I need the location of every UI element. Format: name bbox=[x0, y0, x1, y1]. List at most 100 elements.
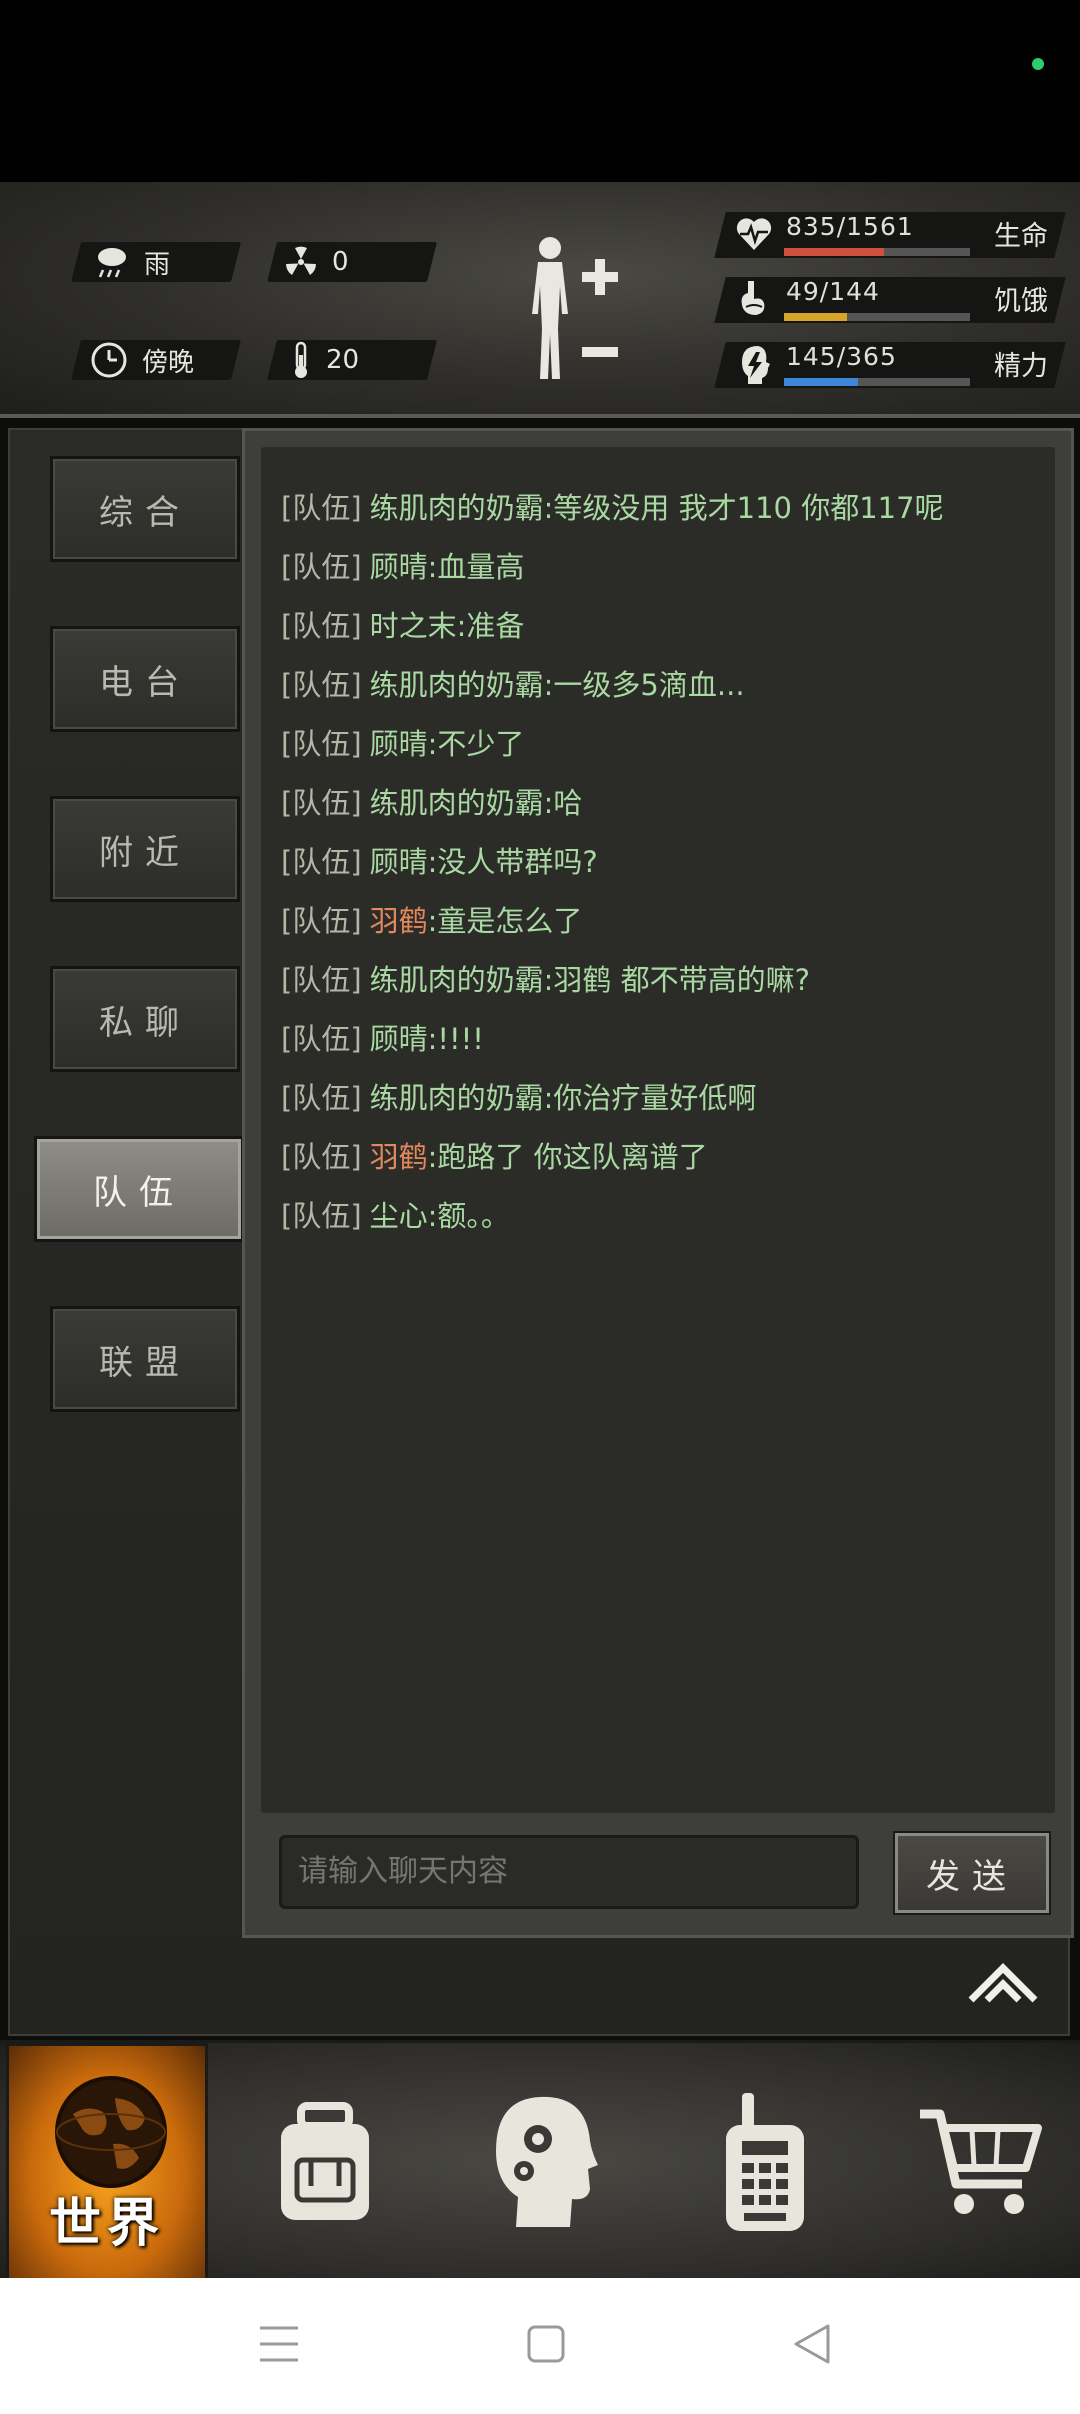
chat-message: [队伍] 练肌肉的奶霸:等级没用 我才110 你都117呢 bbox=[281, 485, 944, 527]
chat-message: [队伍] 时之末:准备 bbox=[281, 603, 524, 645]
message-text: :额。。 bbox=[427, 1199, 510, 1233]
chat-message: [队伍] 顾晴:不少了 bbox=[281, 721, 524, 763]
tab-radio-label: 电台 bbox=[99, 662, 191, 703]
message-text: :童是怎么了 bbox=[427, 904, 583, 938]
message-sender-name[interactable]: 时之末 bbox=[370, 609, 457, 643]
shopping-cart-icon[interactable] bbox=[910, 2043, 1050, 2281]
nav-world-button[interactable]: 世界 bbox=[6, 2043, 208, 2281]
system-navigation-bar bbox=[0, 2278, 1080, 2414]
health-bar-fill bbox=[784, 248, 884, 256]
lightning-head-icon bbox=[734, 342, 774, 386]
message-text: :羽鹤 都不带高的嘛? bbox=[543, 963, 811, 997]
message-channel-tag: [队伍] bbox=[281, 1199, 362, 1233]
message-sender-name[interactable]: 顾晴 bbox=[370, 845, 428, 879]
message-text: :不少了 bbox=[427, 727, 525, 761]
energy-bar bbox=[784, 378, 970, 386]
chat-message: [队伍] 顾晴:没人带群吗? bbox=[281, 839, 598, 881]
temperature-indicator: 20 bbox=[290, 340, 359, 380]
collapse-up-icon[interactable] bbox=[965, 1960, 1041, 2006]
energy-bar-fill bbox=[784, 378, 859, 386]
heart-pulse-icon bbox=[734, 212, 774, 256]
back-icon[interactable] bbox=[792, 2322, 832, 2370]
chat-message: [队伍] 羽鹤:童是怎么了 bbox=[281, 898, 582, 940]
chat-input[interactable] bbox=[279, 1835, 859, 1909]
message-text: :跑路了 你这队离谱了 bbox=[427, 1140, 708, 1174]
message-sender-name[interactable]: 尘心 bbox=[370, 1199, 428, 1233]
tab-radio[interactable]: 电台 bbox=[50, 626, 240, 732]
chat-message-list[interactable] bbox=[261, 447, 1055, 1813]
message-sender-name[interactable]: 练肌肉的奶霸 bbox=[370, 963, 544, 997]
message-sender-name[interactable]: 顾晴 bbox=[370, 550, 428, 584]
walkie-talkie-icon[interactable] bbox=[700, 2043, 830, 2281]
radiation-value: 0 bbox=[332, 247, 349, 277]
message-channel-tag: [队伍] bbox=[281, 845, 362, 879]
message-sender-name[interactable]: 练肌肉的奶霸 bbox=[370, 786, 544, 820]
hunger-value: 49/144 bbox=[786, 277, 880, 306]
message-text: :等级没用 我才110 你都117呢 bbox=[543, 491, 944, 525]
message-sender-name[interactable]: 练肌肉的奶霸 bbox=[370, 491, 544, 525]
home-icon[interactable] bbox=[526, 2324, 566, 2368]
message-channel-tag: [队伍] bbox=[281, 1140, 362, 1174]
message-channel-tag: [队伍] bbox=[281, 1022, 362, 1056]
health-value: 835/1561 bbox=[786, 212, 914, 241]
tab-private-label: 私聊 bbox=[99, 1002, 191, 1043]
stomach-icon bbox=[734, 277, 774, 321]
status-indicator-dot bbox=[1032, 58, 1044, 70]
hunger-bar bbox=[784, 313, 970, 321]
message-sender-name[interactable]: 顾晴 bbox=[370, 1022, 428, 1056]
health-label: 生命 bbox=[994, 221, 1048, 252]
brain-skills-icon[interactable] bbox=[480, 2043, 610, 2281]
health-stat: 835/1561 生命 bbox=[714, 208, 1066, 258]
message-text: :血量高 bbox=[427, 550, 525, 584]
tab-private[interactable]: 私聊 bbox=[50, 966, 240, 1072]
thermometer-icon bbox=[290, 341, 312, 379]
tab-general[interactable]: 综合 bbox=[50, 456, 240, 562]
radiation-icon bbox=[284, 245, 318, 279]
send-button[interactable]: 发送 bbox=[895, 1833, 1049, 1913]
tab-general-label: 综合 bbox=[99, 492, 191, 533]
message-channel-tag: [队伍] bbox=[281, 963, 362, 997]
nav-world-label: 世界 bbox=[48, 2194, 165, 2254]
tab-team[interactable]: 队伍 bbox=[34, 1136, 244, 1242]
message-text: :一级多5滴血... bbox=[543, 668, 745, 702]
message-channel-tag: [队伍] bbox=[281, 491, 362, 525]
stats-panel: 雨 0 傍晚 20 835/1561 生命 49/144 饥饿 145/365 … bbox=[0, 182, 1080, 418]
message-sender-name[interactable]: 练肌肉的奶霸 bbox=[370, 1081, 544, 1115]
message-sender-name[interactable]: 顾晴 bbox=[370, 727, 428, 761]
message-sender-name[interactable]: 练肌肉的奶霸 bbox=[370, 668, 544, 702]
tab-nearby-label: 附近 bbox=[99, 832, 191, 873]
radiation-indicator: 0 bbox=[284, 242, 349, 282]
weather-label: 雨 bbox=[144, 249, 171, 280]
hunger-bar-fill bbox=[784, 313, 848, 321]
chat-message: [队伍] 顾晴:血量高 bbox=[281, 544, 524, 586]
character-body-icon[interactable] bbox=[520, 234, 580, 388]
temperature-value: 20 bbox=[326, 345, 360, 375]
chat-panel: [队伍] 练肌肉的奶霸:等级没用 我才110 你都117呢 [队伍] 顾晴:血量高 [队… bbox=[242, 428, 1074, 1938]
message-text: :准备 bbox=[456, 609, 525, 643]
tab-team-label: 队伍 bbox=[93, 1172, 185, 1213]
message-text: :没人带群吗? bbox=[427, 845, 598, 879]
rain-cloud-icon bbox=[94, 244, 130, 280]
backpack-icon[interactable] bbox=[260, 2043, 390, 2281]
message-channel-tag: [队伍] bbox=[281, 668, 362, 702]
energy-value: 145/365 bbox=[786, 342, 897, 371]
tab-alliance[interactable]: 联盟 bbox=[50, 1306, 240, 1412]
weather-indicator: 雨 bbox=[94, 242, 170, 282]
chat-message: [队伍] 顾晴:!!!! bbox=[281, 1016, 484, 1058]
energy-stat: 145/365 精力 bbox=[714, 338, 1066, 388]
tab-alliance-label: 联盟 bbox=[99, 1342, 191, 1383]
message-channel-tag: [队伍] bbox=[281, 727, 362, 761]
chat-message: [队伍] 练肌肉的奶霸:一级多5滴血... bbox=[281, 662, 745, 704]
message-sender-name[interactable]: 羽鹤 bbox=[370, 1140, 428, 1174]
plus-icon[interactable] bbox=[580, 257, 620, 297]
tab-nearby[interactable]: 附近 bbox=[50, 796, 240, 902]
clock-icon bbox=[90, 341, 128, 379]
menu-icon[interactable] bbox=[258, 2324, 300, 2368]
minus-icon[interactable] bbox=[580, 332, 620, 372]
hunger-label: 饥饿 bbox=[994, 286, 1048, 317]
bottom-navigation: 世界 bbox=[0, 2040, 1080, 2281]
message-sender-name[interactable]: 羽鹤 bbox=[370, 904, 428, 938]
message-channel-tag: [队伍] bbox=[281, 609, 362, 643]
message-channel-tag: [队伍] bbox=[281, 550, 362, 584]
message-text: :哈 bbox=[543, 786, 583, 820]
